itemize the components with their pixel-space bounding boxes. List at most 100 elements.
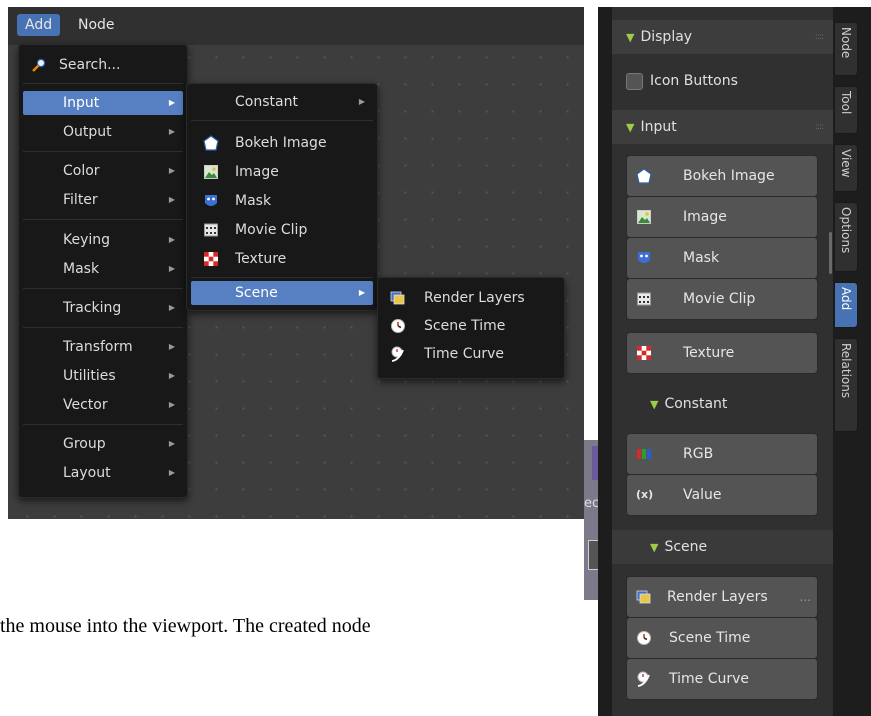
submenu-arrow-icon: ▶: [168, 127, 175, 136]
menu-item-label: Scene: [235, 285, 278, 301]
add-menu-search[interactable]: Search...: [23, 53, 183, 77]
tab-node[interactable]: Node: [834, 22, 858, 76]
expand-triangle-icon: ▼: [650, 541, 659, 554]
add-menu-item-output[interactable]: Output ▶: [23, 120, 183, 144]
panel-title: Display: [640, 29, 693, 45]
movie-clip-button[interactable]: Movie Clip: [626, 278, 818, 320]
cropped-ui-fragment: ec: [584, 440, 600, 600]
scene-time-button[interactable]: Scene Time: [626, 617, 818, 659]
menu-item-label: Mask: [235, 193, 272, 209]
submenu-arrow-icon: ▶: [168, 303, 175, 312]
document-caption: the mouse into the viewport. The created…: [0, 615, 371, 637]
submenu-arrow-icon: ▶: [168, 264, 175, 273]
separator: [23, 83, 183, 84]
panel-title: Constant: [664, 396, 728, 412]
button-label: Value: [683, 487, 722, 503]
tab-label: Add: [839, 287, 853, 311]
tab-view[interactable]: View: [834, 144, 858, 192]
input-submenu-movie-clip[interactable]: Movie Clip: [191, 218, 373, 242]
add-menu-item-mask[interactable]: Mask ▶: [23, 257, 183, 281]
add-menu-item-vector[interactable]: Vector ▶: [23, 393, 183, 417]
tab-options[interactable]: Options: [834, 202, 858, 272]
submenu-arrow-icon: ▶: [168, 342, 175, 351]
input-submenu-texture[interactable]: Texture: [191, 247, 373, 271]
render-layers-icon: [390, 291, 405, 305]
drag-grip-icon[interactable]: ::::: [815, 110, 824, 144]
menu-item-label: Mask: [63, 261, 100, 277]
movie-clip-icon: [637, 292, 651, 306]
menu-item-label: Tracking: [63, 300, 122, 316]
separator: [23, 424, 183, 425]
node-editor-viewport[interactable]: Add Node Search... Input ▶ Output ▶ Color ▶…: [8, 7, 584, 519]
menu-item-label: Time Curve: [424, 346, 505, 362]
add-menu-item-group[interactable]: Group ▶: [23, 432, 183, 456]
add-menu-item-tracking[interactable]: Tracking ▶: [23, 296, 183, 320]
more-options-icon[interactable]: ...: [800, 577, 811, 617]
scrollbar[interactable]: [829, 232, 832, 274]
scene-subpanel-header[interactable]: ▼ Scene: [612, 530, 833, 564]
drag-grip-icon[interactable]: ::::: [815, 20, 824, 54]
menu-item-label: Utilities: [63, 368, 116, 384]
mask-icon: [638, 252, 650, 263]
tab-tool[interactable]: Tool: [834, 86, 858, 134]
input-submenu-mask[interactable]: Mask: [191, 189, 373, 213]
submenu-arrow-icon: ▶: [358, 288, 365, 297]
submenu-arrow-icon: ▶: [168, 400, 175, 409]
input-submenu-constant[interactable]: Constant ▶: [191, 90, 373, 114]
tab-add[interactable]: Add: [834, 282, 858, 328]
menu-item-label: Image: [235, 164, 279, 180]
rgb-icon: [637, 449, 651, 459]
texture-button[interactable]: Texture: [626, 332, 818, 374]
texture-icon: [637, 346, 651, 360]
add-menu-button[interactable]: Add: [17, 14, 61, 36]
display-panel-header[interactable]: ▼ Display ::::: [612, 20, 833, 54]
expand-triangle-icon: ▼: [626, 31, 635, 44]
cropped-text: ec: [584, 496, 600, 511]
checkbox-label: Icon Buttons: [650, 73, 738, 89]
image-icon: [204, 165, 218, 179]
submenu-arrow-icon: ▶: [168, 371, 175, 380]
search-icon: [32, 58, 46, 72]
add-menu-item-keying[interactable]: Keying ▶: [23, 228, 183, 252]
tab-label: Options: [839, 207, 853, 254]
constant-subpanel-header[interactable]: ▼ Constant: [626, 387, 816, 421]
menu-item-label: Input: [63, 95, 100, 111]
panel-title: Input: [640, 119, 677, 135]
input-submenu-image[interactable]: Image: [191, 160, 373, 184]
clock-icon: [637, 631, 651, 645]
add-menu-item-color[interactable]: Color ▶: [23, 159, 183, 183]
image-icon: [637, 210, 651, 224]
mask-button[interactable]: Mask: [626, 237, 818, 279]
menu-item-label: Scene Time: [424, 318, 506, 334]
add-menu-item-transform[interactable]: Transform ▶: [23, 335, 183, 359]
add-menu-item-filter[interactable]: Filter ▶: [23, 188, 183, 212]
bokeh-image-button[interactable]: Bokeh Image: [626, 155, 818, 197]
submenu-arrow-icon: ▶: [358, 97, 365, 106]
rgb-button[interactable]: RGB: [626, 433, 818, 475]
image-button[interactable]: Image: [626, 196, 818, 238]
render-layers-button[interactable]: Render Layers ...: [626, 576, 818, 618]
time-curve-button[interactable]: Time Curve: [626, 658, 818, 700]
node-menu-button[interactable]: Node: [70, 14, 123, 36]
input-submenu-bokeh-image[interactable]: Bokeh Image: [191, 131, 373, 155]
add-menu-item-input[interactable]: Input ▶: [23, 91, 183, 115]
scene-submenu-render-layers[interactable]: Render Layers: [382, 286, 560, 310]
tab-relations[interactable]: Relations: [834, 338, 858, 432]
separator: [23, 219, 183, 220]
add-menu-item-layout[interactable]: Layout ▶: [23, 461, 183, 485]
input-panel-header[interactable]: ▼ Input ::::: [612, 110, 833, 144]
scene-submenu-time-curve[interactable]: Time Curve: [382, 342, 560, 366]
submenu-arrow-icon: ▶: [168, 195, 175, 204]
add-menu-item-utilities[interactable]: Utilities ▶: [23, 364, 183, 388]
value-button[interactable]: (x) Value: [626, 474, 818, 516]
movie-clip-icon: [204, 223, 218, 237]
scene-submenu-scene-time[interactable]: Scene Time: [382, 314, 560, 338]
input-submenu-scene[interactable]: Scene ▶: [191, 281, 373, 305]
separator: [191, 120, 373, 121]
checkbox-icon[interactable]: [626, 73, 643, 90]
menu-item-label: Vector: [63, 397, 108, 413]
button-label: Texture: [683, 345, 735, 361]
submenu-arrow-icon: ▶: [168, 166, 175, 175]
tab-label: Node: [839, 27, 853, 59]
sidebar-panel: ▼ Display :::: Icon Buttons ▼ Input :::: B…: [598, 7, 871, 716]
